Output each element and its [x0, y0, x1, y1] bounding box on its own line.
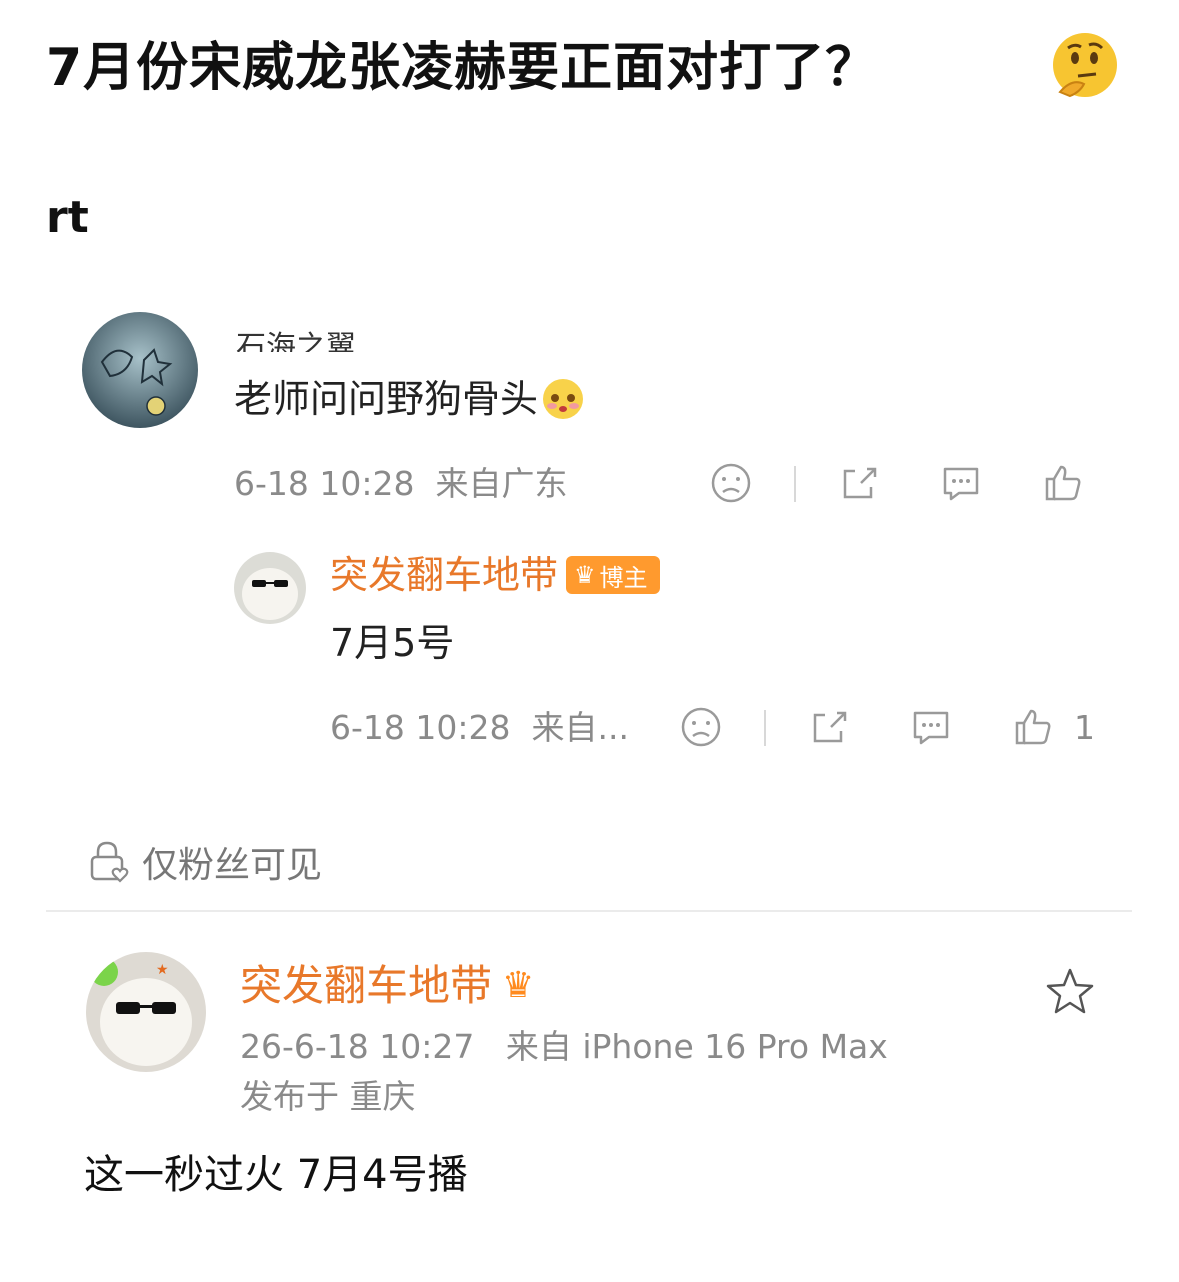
comment-time: 6-18 10:28: [234, 464, 415, 503]
section-divider: [46, 910, 1132, 912]
blogger-avatar[interactable]: ★: [86, 952, 206, 1072]
reply-share-button[interactable]: [799, 697, 859, 757]
comment-location: 来自广东: [435, 464, 568, 503]
blogger-badge: ♛ 博主: [566, 556, 660, 594]
commenter-name[interactable]: 石海之翼: [236, 326, 356, 352]
fans-only-notice: 仅粉丝可见: [86, 836, 322, 888]
post-body: rt: [46, 192, 89, 243]
fans-only-label: 仅粉丝可见: [142, 845, 323, 886]
reply-author-avatar[interactable]: [234, 552, 306, 624]
reply-meta: 6-18 10:28 来自...: [330, 706, 629, 750]
blogger-post-location: 发布于 重庆: [240, 1077, 416, 1116]
blogger-name[interactable]: 突发翻车地带: [240, 958, 492, 1014]
reply-author-row: 突发翻车地带 ♛ 博主: [330, 550, 660, 600]
comment-action-divider: [794, 466, 796, 502]
commenter-avatar[interactable]: [82, 312, 198, 428]
reply-author-name[interactable]: 突发翻车地带: [330, 550, 558, 600]
reply-dislike-button[interactable]: [671, 697, 731, 757]
comment-like-button[interactable]: [1033, 453, 1093, 513]
favorite-button[interactable]: [1040, 962, 1100, 1022]
blogger-post-meta: 26-6-18 10:27 来自 iPhone 16 Pro Max: [240, 1024, 888, 1070]
reply-time: 6-18 10:28: [330, 708, 511, 747]
blogger-name-row: 突发翻车地带 ♛: [240, 958, 534, 1014]
like-icon: [1015, 709, 1051, 745]
dislike-icon: [681, 707, 721, 747]
thinking-face-icon: [1050, 30, 1120, 100]
dislike-icon: [711, 463, 751, 503]
share-icon: [843, 467, 877, 499]
lock-heart-icon: [90, 841, 129, 883]
comment-text-content: 老师问问野狗骨头: [234, 377, 539, 421]
reply-like-button[interactable]: [1003, 697, 1063, 757]
reply-action-divider: [764, 710, 766, 746]
comment-text: 老师问问野狗骨头: [234, 374, 586, 424]
like-icon: [1045, 465, 1081, 501]
comment-reply-button[interactable]: [931, 453, 991, 513]
reply-location: 来自...: [531, 708, 629, 747]
blogger-post-device: 来自 iPhone 16 Pro Max: [505, 1027, 888, 1066]
share-icon: [813, 711, 847, 743]
blushing-face-icon: [540, 376, 586, 422]
svg-text:★: ★: [156, 962, 169, 978]
comment-meta: 6-18 10:28 来自广东: [234, 462, 567, 506]
comment-dislike-button[interactable]: [701, 453, 761, 513]
comment-share-button[interactable]: [829, 453, 889, 513]
comment-icon: [943, 467, 979, 501]
crown-icon: ♛: [574, 561, 596, 589]
blogger-badge-label: 博主: [599, 563, 648, 592]
reply-like-count: 1: [1074, 708, 1095, 747]
comment-icon: [913, 711, 949, 745]
blogger-post-time: 26-6-18 10:27: [240, 1027, 475, 1066]
blogger-post-text: 这一秒过火 7月4号播: [84, 1152, 468, 1198]
reply-text: 7月5号: [330, 621, 455, 665]
post-title: 7月份宋威龙张凌赫要正面对打了？: [46, 38, 879, 98]
crown-icon: ♛: [502, 965, 535, 1006]
star-icon: [1046, 968, 1094, 1014]
reply-comment-button[interactable]: [901, 697, 961, 757]
